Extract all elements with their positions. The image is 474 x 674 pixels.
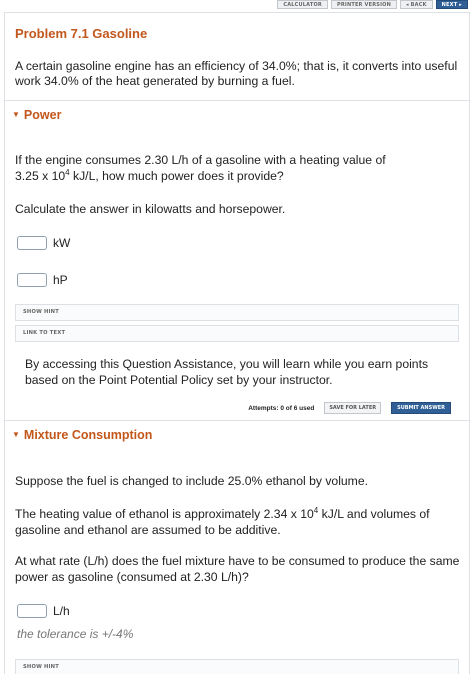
part-mixture: ▼ Mixture Consumption Suppose the fuel i…: [5, 420, 469, 674]
hp-unit-label: hP: [53, 273, 68, 287]
save-for-later-button[interactable]: SAVE FOR LATER: [324, 402, 382, 414]
show-hint-bar[interactable]: SHOW HINT: [15, 304, 459, 321]
printer-version-button[interactable]: PRINTER VERSION: [330, 0, 397, 9]
part-power-title: Power: [23, 108, 62, 122]
mixture-question-2: The heating value of ethanol is approxim…: [15, 506, 465, 538]
calculator-button[interactable]: CALCULATOR: [277, 0, 328, 9]
collapse-triangle-icon: ▼: [12, 110, 20, 119]
show-hint-button-2[interactable]: SHOW HINT: [23, 664, 59, 670]
problem-panel: Problem 7.1 Gasoline A certain gasoline …: [4, 12, 470, 674]
mixture-question-1: Suppose the fuel is changed to include 2…: [15, 474, 369, 488]
power-question-tail: kJ/L, how much power does it provide?: [69, 169, 284, 183]
part-mixture-header[interactable]: ▼ Mixture Consumption: [12, 428, 152, 442]
assistance-notice: By accessing this Question Assistance, y…: [25, 357, 429, 387]
answer-row-kw: kW: [17, 236, 70, 250]
part-mixture-title: Mixture Consumption: [23, 428, 153, 442]
problem-intro: A certain gasoline engine has an efficie…: [15, 59, 458, 88]
link-to-text-button[interactable]: LINK TO TEXT: [23, 330, 65, 336]
back-button[interactable]: ◂ BACK: [399, 0, 433, 9]
top-nav: CALCULATOR PRINTER VERSION ◂ BACK NEXT ▸: [277, 0, 468, 9]
lh-unit-label: L/h: [53, 604, 70, 618]
power-instruction: Calculate the answer in kilowatts and ho…: [15, 202, 286, 216]
answer-row-lh: L/h: [17, 604, 70, 618]
next-button[interactable]: NEXT ▸: [435, 0, 468, 9]
attempts-counter: Attempts: 0 of 6 used: [248, 404, 315, 412]
power-question-line1: If the engine consumes 2.30 L/h of a gas…: [15, 153, 386, 167]
kw-unit-label: kW: [53, 236, 71, 250]
answer-row-hp: hP: [17, 273, 68, 287]
problem-title: Problem 7.1 Gasoline: [15, 26, 148, 41]
tolerance-note: the tolerance is +/-4%: [17, 627, 134, 641]
part-power: ▼ Power If the engine consumes 2.30 L/h …: [5, 100, 469, 420]
part-power-header[interactable]: ▼ Power: [12, 108, 61, 122]
heating-value-mantissa: 3.25 x 10: [15, 169, 66, 183]
lh-answer-input[interactable]: [17, 604, 47, 618]
link-to-text-bar[interactable]: LINK TO TEXT: [15, 325, 459, 342]
power-question: If the engine consumes 2.30 L/h of a gas…: [15, 152, 465, 184]
kw-answer-input[interactable]: [17, 236, 47, 250]
attempts-row: Attempts: 0 of 6 used SAVE FOR LATER SUB…: [248, 402, 451, 414]
show-hint-bar-2[interactable]: SHOW HINT: [15, 659, 459, 674]
submit-answer-button[interactable]: SUBMIT ANSWER: [391, 402, 451, 414]
hp-answer-input[interactable]: [17, 273, 47, 287]
power-question-line2: 3.25 x 104 kJ/L, how much power does it …: [15, 168, 465, 184]
mixture-question-3: At what rate (L/h) does the fuel mixture…: [15, 554, 460, 584]
show-hint-button[interactable]: SHOW HINT: [23, 309, 59, 315]
ethanol-value-text: The heating value of ethanol is approxim…: [15, 507, 314, 521]
collapse-triangle-icon: ▼: [12, 430, 20, 439]
